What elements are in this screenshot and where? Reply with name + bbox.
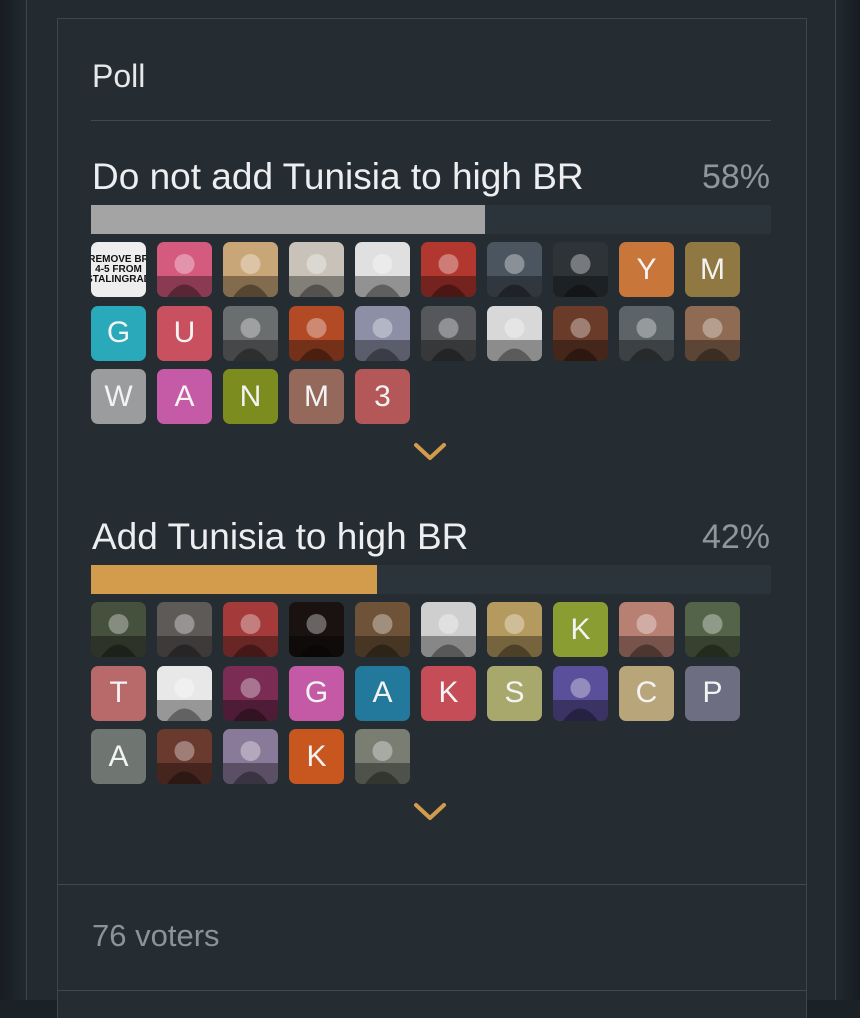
chevron-down-icon[interactable] [412,440,448,464]
man-portrait-avatar[interactable] [685,305,740,361]
poll-option-bar-fill [91,565,377,594]
avatar-letter[interactable]: T [91,665,146,721]
je-logo-avatar[interactable] [157,665,212,721]
avatar-letter[interactable]: N [223,369,278,424]
anime-white-hair-avatar[interactable] [355,305,410,361]
avatar-letter[interactable]: U [157,305,212,361]
ww2-soldier-avatar[interactable] [223,305,278,361]
poll-option-bar [91,565,771,594]
poster-soldier-avatar[interactable] [421,242,476,297]
avatar-letter[interactable]: P [685,665,740,721]
divider [91,120,771,121]
divider [57,990,807,991]
tank-sketch-avatar[interactable] [421,602,476,657]
avatar-letter[interactable]: Y [619,242,674,297]
avatar-letter[interactable]: G [91,305,146,361]
soldier-dark-avatar[interactable] [553,242,608,297]
brown-creature-avatar[interactable] [685,602,740,657]
poll-option-label[interactable]: Add Tunisia to high BR [92,516,468,558]
battle-scene-avatar[interactable] [553,305,608,361]
avatar-letter[interactable]: G [289,665,344,721]
chevron-down-icon[interactable] [412,800,448,824]
avatar-letter[interactable]: K [421,665,476,721]
poll-option-label[interactable]: Do not add Tunisia to high BR [92,156,584,198]
avatar-letter[interactable]: A [355,665,410,721]
tank-avatar[interactable] [487,242,542,297]
soldiers-group-avatar[interactable] [421,305,476,361]
avatar-letter[interactable]: S [487,665,542,721]
divider [57,884,807,885]
poll-title: Poll [92,58,146,94]
figure-avatar[interactable] [619,602,674,657]
soviet-officer-avatar[interactable] [157,729,212,784]
avatar-letter[interactable]: A [157,369,212,424]
armored-vehicle-avatar[interactable] [619,305,674,361]
avatar-letter[interactable]: M [685,242,740,297]
officer-portrait-avatar[interactable] [91,602,146,657]
avatar-letter[interactable]: K [289,729,344,784]
red-skull-avatar[interactable] [289,602,344,657]
stick-figure-avatar[interactable] [487,305,542,361]
avatar-letter[interactable]: C [619,665,674,721]
armored-car-avatar[interactable] [355,729,410,784]
background-left [0,0,26,1000]
bearded-man-avatar[interactable] [355,602,410,657]
cat-avatar[interactable] [289,242,344,297]
poll-option-bar-fill [91,205,486,234]
soldier-portrait-avatar[interactable] [223,242,278,297]
avatar-letter[interactable]: A [91,729,146,784]
avatar-letter[interactable]: W [91,369,146,424]
avatar-letter[interactable]: 3 [355,369,410,424]
anime-dark-avatar[interactable] [157,602,212,657]
voters-count: 76 voters [92,918,220,953]
union-jack-man-avatar[interactable] [223,602,278,657]
avatar-text-image[interactable]: REMOVE BR 4-5 FROM STALINGRAD [91,242,146,297]
avatar-letter[interactable]: M [289,369,344,424]
nebula-avatar[interactable] [223,665,278,721]
background-right [836,0,860,1000]
poll-option-percent: 58% [701,158,770,196]
grinning-face-avatar[interactable] [553,665,608,721]
soldier-cartoon-avatar[interactable] [223,729,278,784]
poll-option-percent: 42% [701,518,770,556]
battle-painting-avatar[interactable] [487,602,542,657]
minecraft-creature-avatar[interactable] [355,242,410,297]
anime-pink-hair-avatar[interactable] [157,242,212,297]
flower-avatar[interactable] [289,305,344,361]
avatar-letter[interactable]: K [553,602,608,657]
poll-option-bar [91,205,771,234]
